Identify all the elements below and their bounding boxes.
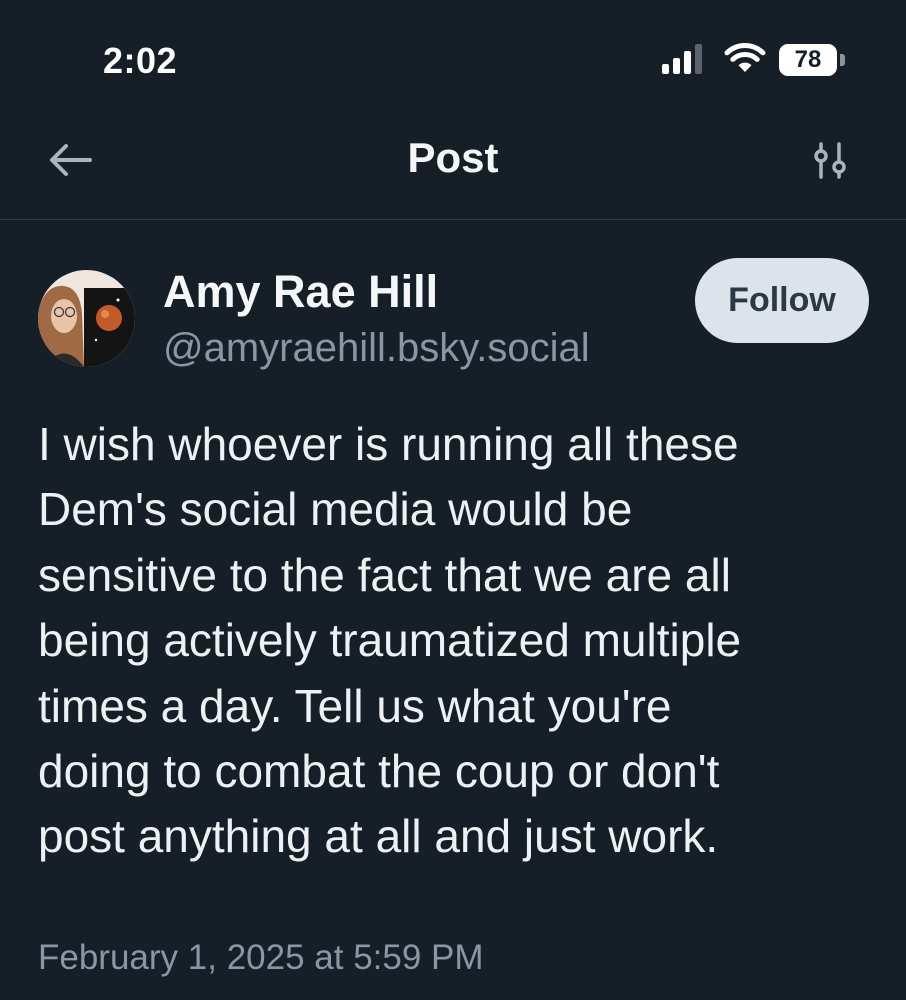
status-bar: 2:02 78 [0,0,906,120]
post-text-line: post anything at all and just work. [38,810,719,863]
battery-tip [840,54,845,66]
post-author-row: Amy Rae Hill @amyraehill.bsky.social Fol… [0,250,906,390]
post-header: Post [0,120,906,220]
avatar[interactable] [38,270,135,367]
post-text-line: Dem's social media would be [38,483,633,536]
post-text-line: being actively traumatized multiple [38,614,742,667]
author-display-name[interactable]: Amy Rae Hill [163,266,438,318]
post-text-line: sensitive to the fact that we are all [38,548,731,601]
post-text-line: doing to combat the coup or don't [38,745,720,798]
battery-indicator: 78 [779,44,847,76]
cellular-signal-icon [662,44,702,74]
avatar-image [38,270,135,367]
page-title: Post [407,134,499,181]
follow-button[interactable]: Follow [695,258,869,343]
post-text-line: I wish whoever is running all these [38,418,739,470]
author-handle[interactable]: @amyraehill.bsky.social [163,326,590,371]
sliders-icon [814,142,846,179]
post-text-line: times a day. Tell us what you're [38,679,672,732]
post-text: I wish whoever is running all these Dem'… [38,412,878,870]
thread-options-button[interactable] [800,136,860,186]
status-time: 2:02 [103,40,178,81]
wifi-icon [724,43,766,72]
battery-level: 78 [779,44,837,76]
post-timestamp: February 1, 2025 at 5:59 PM [38,938,484,977]
